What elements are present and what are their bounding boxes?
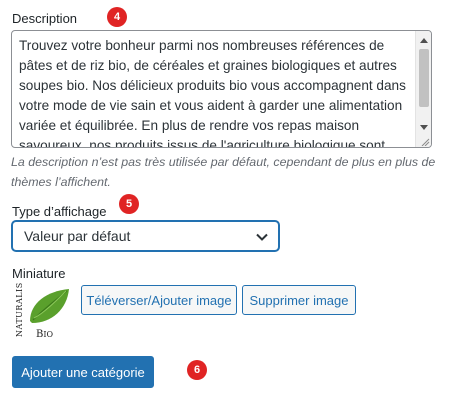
description-text[interactable]: Trouvez votre bonheur parmi nos nombreus… — [19, 36, 415, 147]
resize-grip-icon[interactable] — [418, 136, 430, 146]
scroll-thumb[interactable] — [419, 49, 429, 107]
add-category-button[interactable]: Ajouter une catégorie — [12, 356, 154, 388]
description-label: Description — [12, 11, 78, 26]
display-type-label: Type d’affichage — [12, 204, 107, 219]
remove-image-button[interactable]: Supprimer image — [242, 285, 356, 315]
svg-text:BIO: BIO — [36, 329, 54, 340]
step-badge-4: 4 — [107, 7, 127, 27]
naturalis-bio-logo: NATURALIS BIO — [15, 282, 69, 340]
svg-text:NATURALIS: NATURALIS — [15, 283, 24, 337]
upload-image-button[interactable]: Téléverser/Ajouter image — [81, 285, 237, 315]
chevron-down-icon — [256, 233, 268, 241]
description-hint: La description n’est pas très utilisée p… — [11, 155, 436, 189]
thumbnail-image: NATURALIS BIO — [12, 282, 72, 343]
step-badge-6: 6 — [187, 360, 207, 380]
scroll-up-arrow-icon[interactable] — [416, 33, 431, 47]
display-type-selected-value: Valeur par défaut — [24, 228, 131, 244]
thumbnail-label: Miniature — [12, 266, 66, 281]
display-type-select[interactable]: Valeur par défaut — [12, 221, 279, 251]
textarea-scrollbar[interactable] — [415, 31, 431, 147]
scroll-down-arrow-icon[interactable] — [416, 121, 431, 135]
step-badge-5: 5 — [119, 194, 139, 214]
category-form: Description 4 Trouvez votre bonheur parm… — [0, 0, 450, 402]
description-textarea[interactable]: Trouvez votre bonheur parmi nos nombreus… — [11, 30, 432, 148]
